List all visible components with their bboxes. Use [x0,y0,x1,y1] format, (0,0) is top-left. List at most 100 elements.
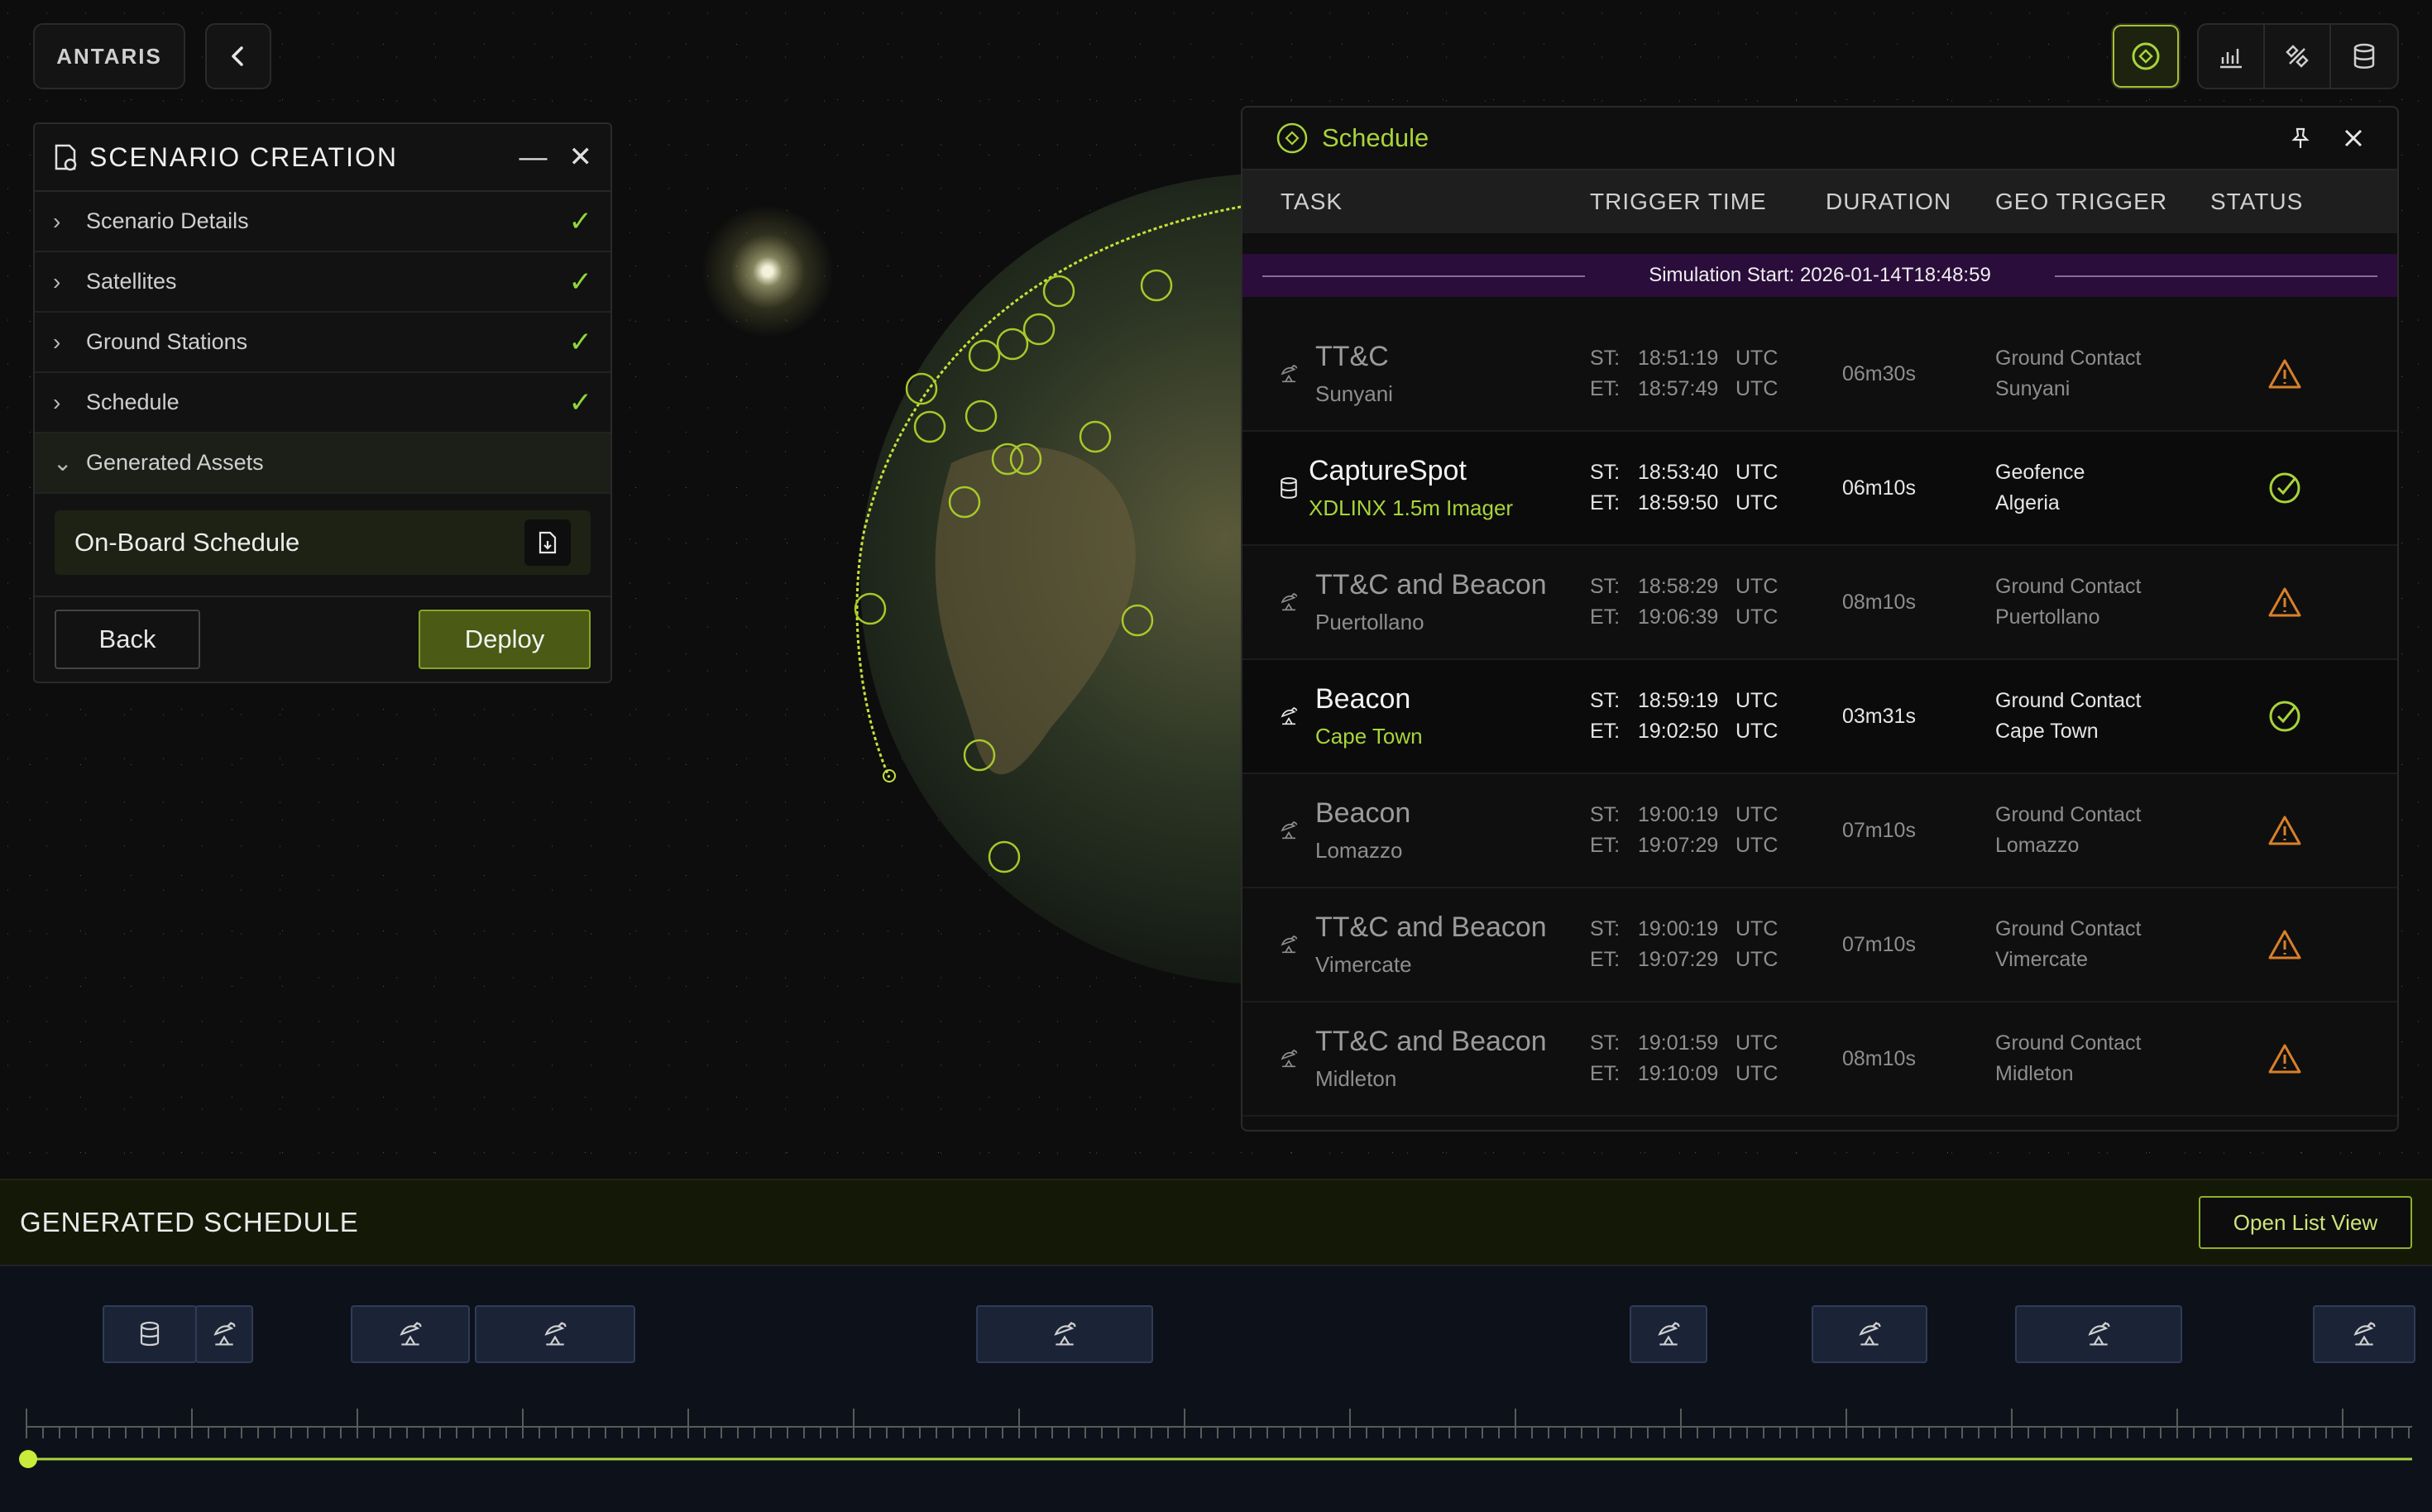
geo-trigger-place: Midleton [1995,1062,2074,1085]
scenario-panel-header: SCENARIO CREATION — ✕ [35,124,610,192]
timeline-task-block[interactable] [2313,1305,2415,1363]
step-label: Generated Assets [86,450,264,475]
open-list-view-button[interactable]: Open List View [2199,1196,2412,1249]
satellite-schedule-icon [1276,122,1308,154]
chevron-right-icon: › [53,208,61,234]
duration: 08m10s [1842,590,1916,614]
utc-label: UTC [1735,575,1779,598]
schedule-row[interactable]: Beacon Cape Town ST: 18:59:19 UTC ET: 19:02… [1242,660,2397,774]
generated-schedule-title: GENERATED SCHEDULE [20,1207,359,1237]
back-button[interactable]: Back [55,610,200,669]
step-label: Satellites [86,269,177,294]
simulation-start-text: Simulation Start: 2026-01-14T18:48:59 [1649,264,1991,286]
asset-label: On-Board Schedule [74,528,300,557]
utc-label: UTC [1735,1062,1779,1085]
satellite-schedule-icon [2132,42,2160,70]
schedule-row[interactable]: TT&C and Beacon Puertollano ST: 18:58:29 U… [1242,546,2397,660]
task-subtitle: Lomazzo [1315,838,1403,863]
close-icon[interactable] [2343,127,2364,149]
satellite-view-button[interactable] [2265,25,2331,88]
task-subtitle: Sunyani [1315,381,1393,406]
timeline-ruler[interactable] [0,1379,2432,1503]
timeline-task-block[interactable] [1630,1305,1707,1363]
schedule-row[interactable]: CaptureSpot XDLINX 1.5m Imager ST: 18:53:… [1242,432,2397,546]
start-time: 18:59:19 [1638,689,1719,712]
timeline-task-block[interactable] [195,1305,253,1363]
et-label: ET: [1590,1062,1621,1085]
timeline-task-block[interactable] [475,1305,635,1363]
minimize-icon[interactable]: — [519,141,548,174]
scenario-file-icon [55,144,77,171]
geo-trigger-place: Lomazzo [1995,834,2080,857]
end-time: 19:07:29 [1638,948,1719,971]
analytics-button[interactable] [2199,25,2265,88]
task-name: TT&C and Beacon [1315,569,1547,600]
schedule-view-button[interactable] [2113,25,2179,88]
schedule-row[interactable]: TT&C Sunyani ST: 18:51:19 UTC ET: 18:57:49 U… [1242,318,2397,432]
column-status[interactable]: STATUS [2210,189,2359,215]
step-scenario-details[interactable]: › Scenario Details ✓ [35,192,610,252]
end-time: 18:59:50 [1638,491,1719,514]
pin-icon[interactable] [2288,126,2313,151]
ground-antenna-icon [1281,935,1298,954]
et-label: ET: [1590,720,1621,743]
timeline-task-block[interactable] [1812,1305,1927,1363]
step-satellites[interactable]: › Satellites ✓ [35,252,610,313]
step-ground-stations[interactable]: › Ground Stations ✓ [35,313,610,373]
geo-trigger-type: Ground Contact [1995,1031,2142,1055]
onboard-schedule-asset[interactable]: On-Board Schedule [55,510,591,575]
column-geo-trigger[interactable]: GEO TRIGGER [1995,189,2210,215]
timeline-playhead[interactable] [19,1450,37,1468]
back-navigation-button[interactable] [205,23,271,89]
schedule-panel-header: Schedule [1242,108,2397,170]
timeline-task-block[interactable] [2015,1305,2182,1363]
logo-button[interactable]: ANTARIS [33,23,185,89]
utc-label: UTC [1735,1031,1779,1055]
step-generated-assets[interactable]: ⌄ Generated Assets [35,433,610,494]
et-label: ET: [1590,605,1621,629]
schedule-row[interactable]: TT&C and Beacon Vimercate ST: 19:00:19 UTC… [1242,888,2397,1002]
start-time: 19:00:19 [1638,803,1719,826]
timeline-task-block[interactable] [103,1305,197,1363]
utc-label: UTC [1735,834,1779,857]
duration: 07m10s [1842,818,1916,842]
warning-icon [2268,1044,2301,1074]
deploy-button[interactable]: Deploy [419,610,591,669]
check-circle-icon [2269,472,2300,504]
geo-trigger-type: Ground Contact [1995,917,2142,940]
task-subtitle: Midleton [1315,1066,1397,1091]
checkmark-icon: ✓ [568,266,593,298]
warning-icon [2268,816,2301,845]
warning-icon [2268,930,2301,959]
close-icon[interactable]: ✕ [569,141,593,174]
download-asset-button[interactable] [524,519,571,566]
end-time: 19:06:39 [1638,605,1719,629]
database-icon [140,1321,160,1347]
geo-trigger-place: Vimercate [1995,948,2089,971]
start-time: 18:53:40 [1638,461,1719,484]
ground-antenna-icon [1859,1321,1881,1346]
step-schedule[interactable]: › Schedule ✓ [35,373,610,433]
schedule-row[interactable]: Beacon Lomazzo ST: 19:00:19 UTC ET: 19:07:2… [1242,774,2397,888]
database-icon [1281,477,1297,499]
database-view-button[interactable] [2331,25,2397,88]
timeline-task-block[interactable] [976,1305,1153,1363]
schedule-row[interactable]: TT&C and Beacon Midleton ST: 19:01:59 UTC … [1242,1002,2397,1117]
column-task[interactable]: TASK [1242,189,1590,215]
et-label: ET: [1590,377,1621,400]
column-trigger-time[interactable]: TRIGGER TIME [1590,189,1826,215]
geo-trigger-type: Ground Contact [1995,803,2142,826]
ground-antenna-icon [1281,592,1298,611]
start-time: 19:01:59 [1638,1031,1719,1055]
timeline-task-block[interactable] [351,1305,470,1363]
ground-antenna-icon [1281,1049,1298,1068]
banner-divider [2055,275,2377,277]
column-duration[interactable]: DURATION [1826,189,1995,215]
chevron-right-icon: › [53,268,61,294]
st-label: ST: [1590,1031,1621,1055]
end-time: 19:10:09 [1638,1062,1719,1085]
duration: 06m10s [1842,476,1916,500]
utc-label: UTC [1735,948,1779,971]
ground-antenna-icon [1054,1321,1076,1346]
task-name: TT&C and Beacon [1315,1026,1547,1057]
